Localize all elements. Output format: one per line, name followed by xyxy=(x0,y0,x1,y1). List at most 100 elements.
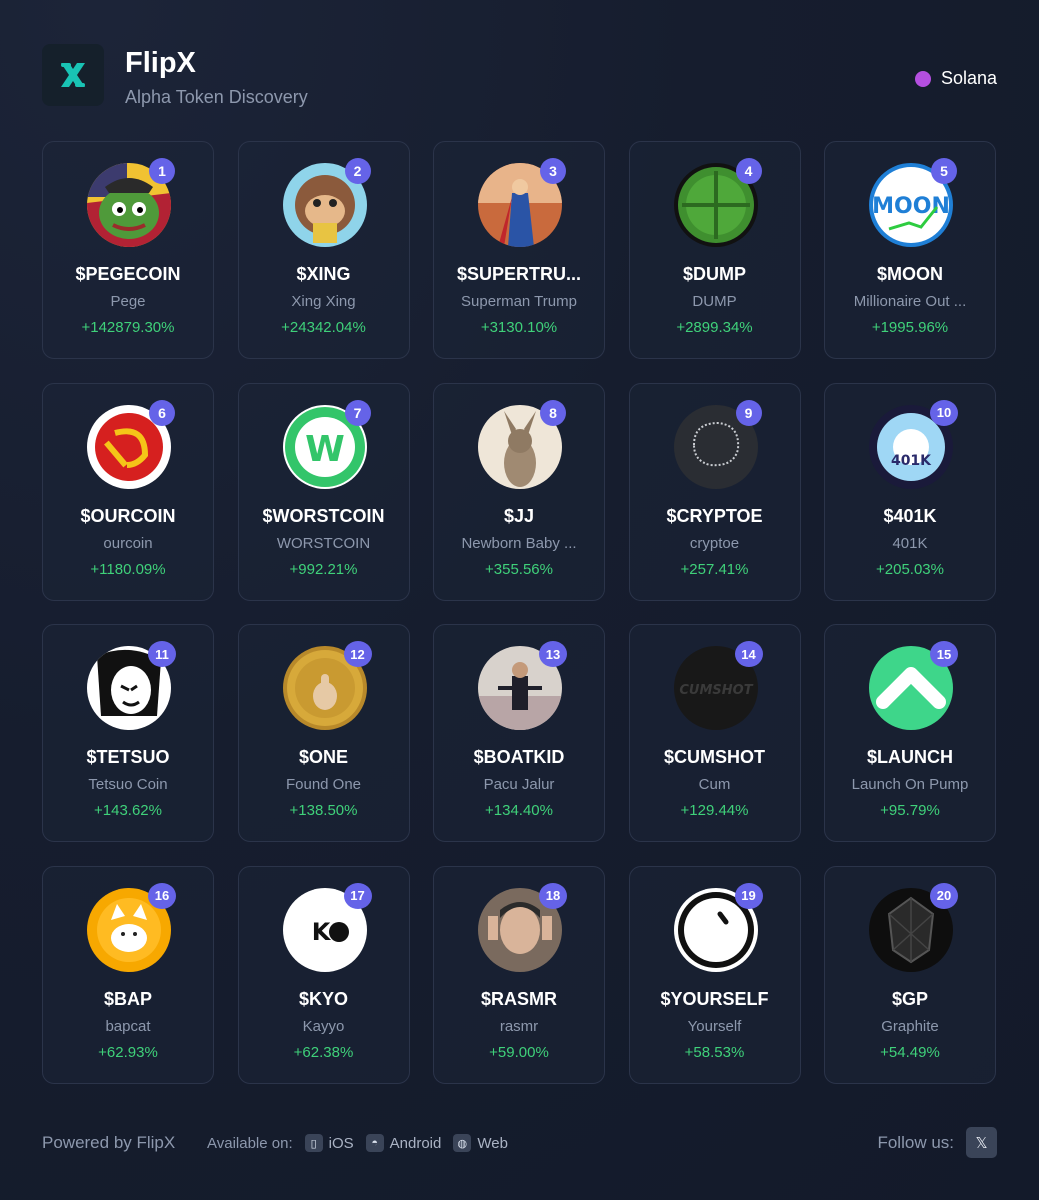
token-ticker: $CUMSHOT xyxy=(663,747,765,767)
rank-badge: 15 xyxy=(930,641,958,667)
svg-text:K: K xyxy=(311,918,331,946)
token-card[interactable]: 9 $CRYPTOE cryptoe +257.41% xyxy=(628,382,801,601)
platform-label: Android xyxy=(389,1134,442,1152)
rank-badge: 2 xyxy=(344,158,371,184)
platform-ios[interactable]: ▯ iOS xyxy=(304,1134,354,1152)
rank-badge: 7 xyxy=(344,399,371,426)
token-name: Xing Xing xyxy=(291,293,356,310)
rank-badge: 8 xyxy=(540,399,566,426)
token-card[interactable]: 16 $BAP bapcat +62.93% xyxy=(42,865,214,1084)
follow-label: Follow us: xyxy=(877,1132,954,1152)
token-card[interactable]: 19 $YOURSELF Yourself +58.53% xyxy=(628,865,801,1084)
app-subtitle: Alpha Token Discovery xyxy=(125,87,308,107)
token-card[interactable]: W 7 $WORSTCOIN WORSTCOIN +992.21% xyxy=(237,382,410,601)
token-name: Tetsuo Coin xyxy=(88,776,168,793)
app-header: FlipX Alpha Token Discovery Solana xyxy=(42,44,997,108)
token-ticker: $ONE xyxy=(298,747,349,767)
token-card[interactable]: 3 $SUPERTRU... Superman Trump +3130.10% xyxy=(433,141,605,359)
token-card[interactable]: 15 $LAUNCH Launch On Pump +95.79% xyxy=(824,624,996,842)
rank-badge: 9 xyxy=(735,399,762,426)
x-logo-icon[interactable] xyxy=(42,44,104,106)
price-change: +62.93% xyxy=(98,1043,158,1061)
token-ticker: $401K xyxy=(883,505,937,526)
svg-text:CUMSHOT: CUMSHOT xyxy=(679,683,753,698)
token-name: ourcoin xyxy=(103,534,153,552)
token-ticker: $YOURSELF xyxy=(660,988,769,1009)
token-ticker: $BOATKID xyxy=(473,747,565,767)
price-change: +2899.34% xyxy=(676,319,753,336)
token-name: Superman Trump xyxy=(461,293,577,310)
token-card[interactable]: 11 $TETSUO Tetsuo Coin +143.62% xyxy=(42,624,214,842)
svg-text:401K: 401K xyxy=(891,453,932,469)
platform-web[interactable]: ◍ Web xyxy=(453,1134,508,1152)
token-ticker: $XING xyxy=(296,264,351,284)
available-label: Available on: xyxy=(207,1134,293,1152)
token-ticker: $GP xyxy=(891,988,929,1009)
x-social-icon[interactable]: 𝕏 xyxy=(966,1127,997,1158)
price-change: +54.49% xyxy=(880,1043,940,1061)
token-card[interactable]: 20 $GP Graphite +54.49% xyxy=(824,865,996,1084)
token-name: Graphite xyxy=(881,1017,939,1035)
price-change: +58.53% xyxy=(684,1043,745,1061)
token-ticker: $CRYPTOE xyxy=(666,505,763,526)
rank-badge: 1 xyxy=(149,158,175,184)
price-change: +355.56% xyxy=(485,560,553,578)
token-card[interactable]: 1 $PEGECOIN Pege +142879.30% xyxy=(42,141,214,359)
rank-badge: 18 xyxy=(539,882,567,909)
network-label: Solana xyxy=(940,68,997,88)
android-icon: ◓ xyxy=(365,1134,384,1152)
rank-badge: 13 xyxy=(539,641,567,667)
network-selector[interactable]: Solana xyxy=(914,68,997,89)
token-name: rasmr xyxy=(499,1017,539,1035)
price-change: +142879.30% xyxy=(81,319,175,336)
token-card[interactable]: MOON 5 $MOON Millionaire Out ... +1995.96% xyxy=(824,141,996,359)
token-ticker: $JJ xyxy=(503,505,535,526)
token-name: Cum xyxy=(698,776,731,793)
rank-badge: 14 xyxy=(734,641,763,667)
token-card[interactable]: 13 $BOATKID Pacu Jalur +134.40% xyxy=(433,624,605,842)
price-change: +129.44% xyxy=(680,802,749,819)
token-card[interactable]: CUMSHOT 14 $CUMSHOT Cum +129.44% xyxy=(628,624,801,842)
platform-android[interactable]: ◓ Android xyxy=(365,1134,442,1152)
price-change: +3130.10% xyxy=(480,319,558,336)
price-change: +62.38% xyxy=(293,1043,354,1061)
app-title: FlipX xyxy=(125,47,196,79)
svg-text:W: W xyxy=(305,429,345,470)
token-ticker: $TETSUO xyxy=(86,747,170,767)
price-change: +59.00% xyxy=(489,1043,549,1061)
token-card[interactable]: K 17 $KYO Kayyo +62.38% xyxy=(237,865,410,1084)
token-ticker: $KYO xyxy=(298,988,349,1009)
token-card[interactable]: 18 $RASMR rasmr +59.00% xyxy=(433,865,605,1084)
price-change: +24342.04% xyxy=(281,319,366,336)
rank-badge: 4 xyxy=(735,158,762,184)
platform-label: Web xyxy=(477,1134,508,1152)
price-change: +138.50% xyxy=(289,802,358,819)
token-ticker: $LAUNCH xyxy=(866,747,953,767)
token-card[interactable]: 6 $OURCOIN ourcoin +1180.09% xyxy=(42,382,214,601)
token-card[interactable]: 4 $DUMP DUMP +2899.34% xyxy=(628,141,801,359)
token-name: Launch On Pump xyxy=(851,776,969,793)
price-change: +95.79% xyxy=(880,802,940,819)
svg-text:MOON: MOON xyxy=(872,194,950,219)
token-name: cryptoe xyxy=(689,534,740,552)
rank-badge: 16 xyxy=(148,882,176,909)
footer: Powered by FlipX Available on: ▯ iOS ◓ A… xyxy=(42,1127,997,1159)
follow-us: Follow us: 𝕏 xyxy=(877,1127,997,1158)
price-change: +143.62% xyxy=(94,802,162,819)
rank-badge: 3 xyxy=(540,158,566,184)
token-name: bapcat xyxy=(105,1017,151,1035)
token-card[interactable]: 8 $JJ Newborn Baby ... +355.56% xyxy=(433,382,605,601)
token-ticker: $WORSTCOIN xyxy=(262,505,385,526)
token-name: Kayyo xyxy=(302,1017,345,1035)
token-name: 401K xyxy=(892,534,928,552)
token-name: Millionaire Out ... xyxy=(853,293,967,310)
rank-badge: 6 xyxy=(149,399,175,426)
token-ticker: $RASMR xyxy=(480,988,557,1009)
token-card[interactable]: 401K 10 $401K 401K +205.03% xyxy=(824,382,996,601)
token-card[interactable]: 2 $XING Xing Xing +24342.04% xyxy=(237,141,410,359)
token-name: Pege xyxy=(110,293,146,310)
price-change: +134.40% xyxy=(485,802,553,819)
price-change: +205.03% xyxy=(876,560,944,578)
token-card[interactable]: 12 $ONE Found One +138.50% xyxy=(237,624,410,842)
globe-icon: ◍ xyxy=(453,1134,472,1152)
